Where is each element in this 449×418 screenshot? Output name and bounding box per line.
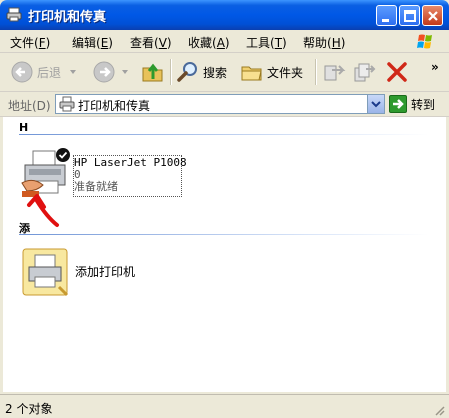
menu-favorites[interactable]: 收藏(A) bbox=[188, 34, 230, 51]
back-arrow-icon bbox=[11, 61, 33, 83]
group-divider bbox=[19, 234, 429, 235]
go-button[interactable]: 转到 bbox=[389, 94, 435, 114]
menu-help-end: ) bbox=[340, 36, 346, 50]
printer-status: 准备就绪 bbox=[74, 180, 118, 193]
maximize-icon bbox=[404, 10, 416, 22]
menu-file[interactable]: 文件(F) bbox=[10, 34, 50, 51]
close-button[interactable] bbox=[422, 5, 443, 26]
folders-button[interactable]: 文件夹 bbox=[240, 58, 303, 86]
menu-tools-label: 工具( bbox=[246, 36, 275, 50]
menu-view-end: ) bbox=[166, 36, 172, 50]
chevron-down-icon bbox=[371, 101, 381, 108]
explorer-window: 打印机和传真 文件(F) 编辑(E) 查看(V) 收藏(A) 工具(T) 帮助(… bbox=[0, 0, 449, 418]
search-icon bbox=[177, 62, 197, 82]
printer-folder-icon bbox=[59, 96, 75, 112]
maximize-button[interactable] bbox=[399, 5, 420, 26]
menu-edit-end: ) bbox=[108, 36, 113, 50]
toolbar: 后退 搜索 文件夹 » bbox=[0, 53, 449, 92]
menu-help-label: 帮助( bbox=[303, 36, 332, 50]
chevron-down-icon bbox=[70, 70, 76, 74]
group-header: H bbox=[19, 121, 29, 134]
address-input[interactable]: 打印机和传真 bbox=[55, 94, 385, 114]
menu-tools[interactable]: 工具(T) bbox=[246, 34, 287, 51]
delete-button[interactable] bbox=[385, 58, 409, 86]
overflow-chevron-icon: » bbox=[431, 60, 439, 74]
add-printer-item[interactable]: 添加打印机 bbox=[21, 247, 171, 299]
menu-favorites-label: 收藏( bbox=[188, 36, 217, 50]
close-icon bbox=[428, 11, 438, 21]
menu-view-key: V bbox=[158, 36, 167, 50]
status-object-count: 2 个对象 bbox=[5, 402, 53, 416]
add-printer-label: 添加打印机 bbox=[75, 265, 136, 279]
menu-edit-label: 编辑( bbox=[72, 36, 101, 50]
menu-file-end: ) bbox=[45, 36, 51, 50]
windows-logo-icon bbox=[417, 34, 432, 49]
delete-x-icon bbox=[387, 62, 407, 82]
back-dropdown[interactable] bbox=[69, 58, 77, 86]
menu-tools-key: T bbox=[274, 36, 283, 50]
forward-button[interactable] bbox=[92, 58, 116, 86]
address-label: 地址(D) bbox=[8, 99, 51, 113]
address-value: 打印机和传真 bbox=[78, 99, 151, 113]
printer-folder-icon bbox=[6, 7, 22, 22]
minimize-button[interactable] bbox=[376, 5, 397, 26]
add-printer-icon bbox=[22, 248, 69, 297]
chevron-down-icon bbox=[122, 70, 128, 74]
default-printer-check-icon bbox=[56, 148, 70, 162]
menu-help[interactable]: 帮助(H) bbox=[303, 34, 345, 51]
folders-label: 文件夹 bbox=[267, 65, 304, 80]
go-arrow-icon bbox=[389, 95, 407, 113]
menu-favorites-key: A bbox=[216, 36, 225, 50]
move-to-folder-icon bbox=[324, 65, 346, 81]
folder-up-icon bbox=[142, 63, 163, 82]
status-bar: 2 个对象 bbox=[0, 394, 449, 418]
forward-arrow-icon bbox=[93, 61, 115, 83]
menu-tools-end: ) bbox=[282, 36, 287, 50]
back-button[interactable]: 后退 bbox=[10, 58, 61, 86]
printer-name: HP LaserJet P1008 bbox=[74, 156, 187, 169]
menu-view-label: 查看( bbox=[130, 36, 159, 50]
menu-help-key: H bbox=[331, 36, 341, 50]
forward-dropdown[interactable] bbox=[121, 58, 129, 86]
address-dropdown-button[interactable] bbox=[367, 95, 384, 113]
folders-icon bbox=[241, 66, 262, 81]
toolbar-separator bbox=[170, 59, 172, 85]
menu-favorites-end: ) bbox=[224, 36, 230, 50]
move-to-button[interactable] bbox=[322, 58, 346, 86]
window-title: 打印机和传真 bbox=[28, 10, 107, 25]
address-bar: 地址(D) 打印机和传真 转到 bbox=[0, 92, 449, 117]
copy-to-button[interactable] bbox=[352, 58, 376, 86]
group-divider bbox=[19, 134, 429, 135]
minimize-icon bbox=[382, 19, 389, 22]
copy-to-folder-icon bbox=[354, 63, 376, 82]
menu-edit[interactable]: 编辑(E) bbox=[72, 34, 113, 51]
search-label: 搜索 bbox=[203, 65, 228, 80]
search-button[interactable]: 搜索 bbox=[176, 58, 227, 86]
menu-view[interactable]: 查看(V) bbox=[130, 34, 172, 51]
menu-bar: 文件(F) 编辑(E) 查看(V) 收藏(A) 工具(T) 帮助(H) bbox=[0, 30, 449, 53]
resize-grip-icon[interactable] bbox=[433, 404, 445, 416]
file-list-pane[interactable]: H HP LaserJet P1008 0 准备就绪 添 添加打印机 bbox=[3, 117, 446, 392]
menu-file-label: 文件( bbox=[10, 36, 39, 50]
menu-file-key: F bbox=[38, 36, 46, 50]
title-bar[interactable]: 打印机和传真 bbox=[0, 0, 449, 30]
toolbar-separator bbox=[315, 59, 317, 85]
up-button[interactable] bbox=[140, 58, 166, 86]
go-label: 转到 bbox=[411, 97, 436, 112]
toolbar-overflow[interactable]: » bbox=[431, 53, 439, 81]
back-label: 后退 bbox=[37, 65, 62, 80]
